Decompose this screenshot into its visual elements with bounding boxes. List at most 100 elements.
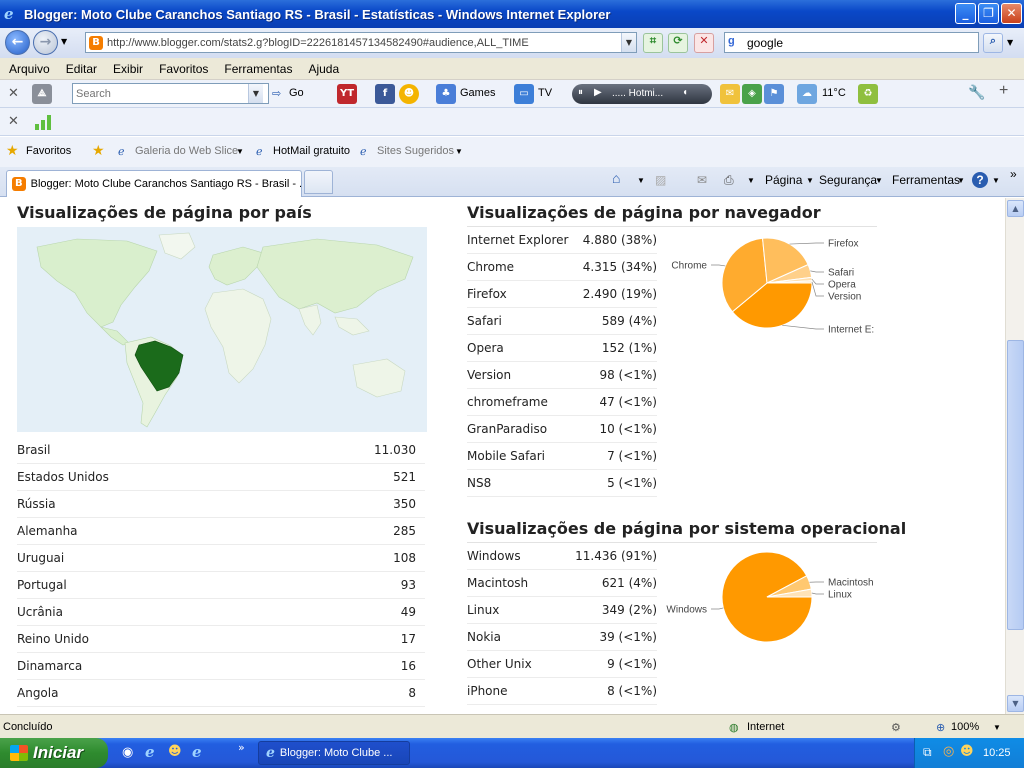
wrench-icon[interactable]: 🔧 (968, 84, 985, 101)
toolbar-search-input[interactable] (73, 87, 248, 100)
forward-button[interactable]: → (33, 30, 58, 55)
go-arrow-icon[interactable]: ⇨ (272, 87, 281, 100)
back-button[interactable]: ← (5, 30, 30, 55)
play-icon[interactable]: ▶ (594, 87, 602, 98)
security-menu[interactable]: Segurança (819, 173, 877, 187)
network-icon[interactable]: ⧉ (923, 745, 932, 760)
search-button-icon[interactable]: ⌕ (983, 33, 1003, 53)
tab-blogger[interactable]: B Blogger: Moto Clube Caranchos Santiago… (6, 170, 302, 197)
volume-icon[interactable]: ◖ (682, 87, 688, 98)
temperature-label: 11°C (822, 87, 846, 99)
help-icon[interactable]: ? (972, 172, 988, 188)
history-dropdown-icon[interactable]: ▼ (61, 37, 67, 46)
compatibility-view-icon[interactable]: ⌗ (643, 33, 663, 53)
browsers-pie-chart: Internet E: Chrome Firefox SafariOperaVersi… (671, 237, 874, 336)
toolbar-logo-icon[interactable]: ⟁ (32, 84, 52, 104)
print-dropdown-icon[interactable]: ▼ (747, 176, 755, 185)
page-dropdown-icon[interactable]: ▼ (806, 176, 814, 185)
scroll-up-icon[interactable]: ▲ (1007, 200, 1024, 217)
suggested-sites-link[interactable]: Sites Sugeridos (377, 145, 454, 157)
scroll-thumb[interactable] (1007, 340, 1024, 630)
pie-leader-line (711, 264, 726, 267)
menu-exibir[interactable]: Exibir (104, 62, 150, 76)
vertical-scrollbar[interactable]: ▲ ▼ (1005, 198, 1024, 714)
os-name: Linux (467, 603, 500, 617)
go-button[interactable]: Go (289, 87, 304, 99)
signal-bars-icon[interactable] (34, 111, 54, 131)
protected-mode-icon[interactable]: ⚙ (891, 721, 901, 734)
quicklaunch-more-icon[interactable]: » (238, 741, 245, 754)
facebook-icon[interactable]: f (375, 84, 395, 104)
address-dropdown-icon[interactable]: ▼ (621, 33, 636, 52)
close-button[interactable]: ✕ (1001, 3, 1022, 24)
page-content: Visualizações de página por país Brasil 1… (0, 198, 1005, 714)
page-menu[interactable]: Página (765, 173, 802, 187)
menu-editar[interactable]: Editar (57, 62, 104, 76)
favorites-button[interactable]: Favoritos (26, 145, 71, 157)
restore-button[interactable]: ❐ (978, 3, 999, 24)
web-slice-gallery-link[interactable]: Galeria do Web Slice (135, 145, 238, 157)
security-dropdown-icon[interactable]: ▼ (875, 176, 883, 185)
messenger-quicklaunch-icon[interactable]: ☻ (168, 744, 182, 759)
suggested-sites-dropdown-icon[interactable]: ▼ (455, 147, 463, 156)
zoom-dropdown-icon[interactable]: ▼ (993, 723, 1001, 732)
alert-icon[interactable]: ⚑ (764, 84, 784, 104)
menu-arquivo[interactable]: Arquivo (0, 62, 57, 76)
ie-quicklaunch-icon[interactable]: e (145, 743, 155, 761)
messenger-icon[interactable]: ☻ (399, 84, 419, 104)
mail-icon[interactable]: ✉ (697, 173, 707, 187)
feeds-icon[interactable]: ▨ (655, 173, 666, 187)
hotmail-link[interactable]: HotMail gratuito (273, 145, 350, 157)
search-box[interactable]: g (724, 32, 979, 53)
zoom-icon[interactable]: ⊕ (936, 721, 945, 734)
pause-icon[interactable]: ⏸ (578, 87, 583, 98)
toolbar-search-box[interactable]: ▼ (72, 83, 269, 104)
search-options-icon[interactable]: ▼ (1007, 38, 1013, 47)
hotmail-icon: ℯ (256, 146, 263, 158)
tv-icon[interactable]: ▭ (514, 84, 534, 104)
browser-views: 152 (1%) (601, 341, 657, 355)
web-slice-dropdown-icon[interactable]: ▼ (236, 147, 244, 156)
taskbar-ie-window[interactable]: e Blogger: Moto Clube ... (258, 741, 410, 765)
address-field[interactable]: B http://www.blogger.com/stats2.g?blogID… (85, 32, 637, 53)
eco-icon[interactable]: ♻ (858, 84, 878, 104)
start-button[interactable]: Iniciar (0, 738, 108, 768)
tools-dropdown-icon[interactable]: ▼ (957, 176, 965, 185)
map-icon[interactable]: ◈ (742, 84, 762, 104)
scroll-down-icon[interactable]: ▼ (1007, 695, 1024, 712)
tray-app-icon[interactable]: ◎ (943, 744, 954, 759)
print-icon[interactable]: ⎙ (724, 173, 734, 188)
more-commands-icon[interactable]: » (1010, 167, 1017, 181)
menu-ferramentas[interactable]: Ferramentas (215, 62, 299, 76)
games-icon[interactable]: ♣ (436, 84, 456, 104)
chat-icon[interactable]: ✉ (720, 84, 740, 104)
zoom-level[interactable]: 100% (951, 721, 979, 733)
close-toolbar-icon[interactable]: ✕ (8, 86, 19, 101)
games-button[interactable]: Games (460, 87, 495, 99)
refresh-icon[interactable]: ⟳ (668, 33, 688, 53)
stop-icon[interactable]: ✕ (694, 33, 714, 53)
minimize-button[interactable]: _ (955, 3, 976, 24)
home-dropdown-icon[interactable]: ▼ (637, 176, 645, 185)
tools-menu[interactable]: Ferramentas (892, 173, 960, 187)
media-player-icon[interactable]: ◉ (122, 745, 133, 760)
tv-button[interactable]: TV (538, 87, 552, 99)
search-input[interactable] (747, 35, 967, 50)
add-icon[interactable]: + (999, 82, 1008, 100)
help-dropdown-icon[interactable]: ▼ (992, 176, 1000, 185)
web-slice-icon: ℯ (118, 146, 125, 158)
youtube-icon[interactable]: YT (337, 84, 357, 104)
tray-messenger-icon[interactable]: ☻ (960, 744, 974, 759)
add-favorite-icon[interactable]: ★ (92, 142, 105, 159)
home-icon[interactable]: ⌂ (612, 170, 620, 186)
ie-quicklaunch-2-icon[interactable]: e (192, 743, 202, 761)
media-player[interactable]: ⏸ ▶ ..... Hotmi... ◖ (572, 84, 712, 104)
menu-favoritos[interactable]: Favoritos (150, 62, 215, 76)
country-views: 93 (400, 578, 416, 592)
new-tab-button[interactable] (304, 170, 333, 194)
table-row: NS8 5 (<1%) (467, 470, 657, 497)
table-row: chromeframe 47 (<1%) (467, 389, 657, 416)
menu-ajuda[interactable]: Ajuda (299, 62, 346, 76)
close-secondary-toolbar-icon[interactable]: ✕ (8, 114, 19, 129)
toolbar-search-dropdown-icon[interactable]: ▼ (248, 84, 263, 103)
